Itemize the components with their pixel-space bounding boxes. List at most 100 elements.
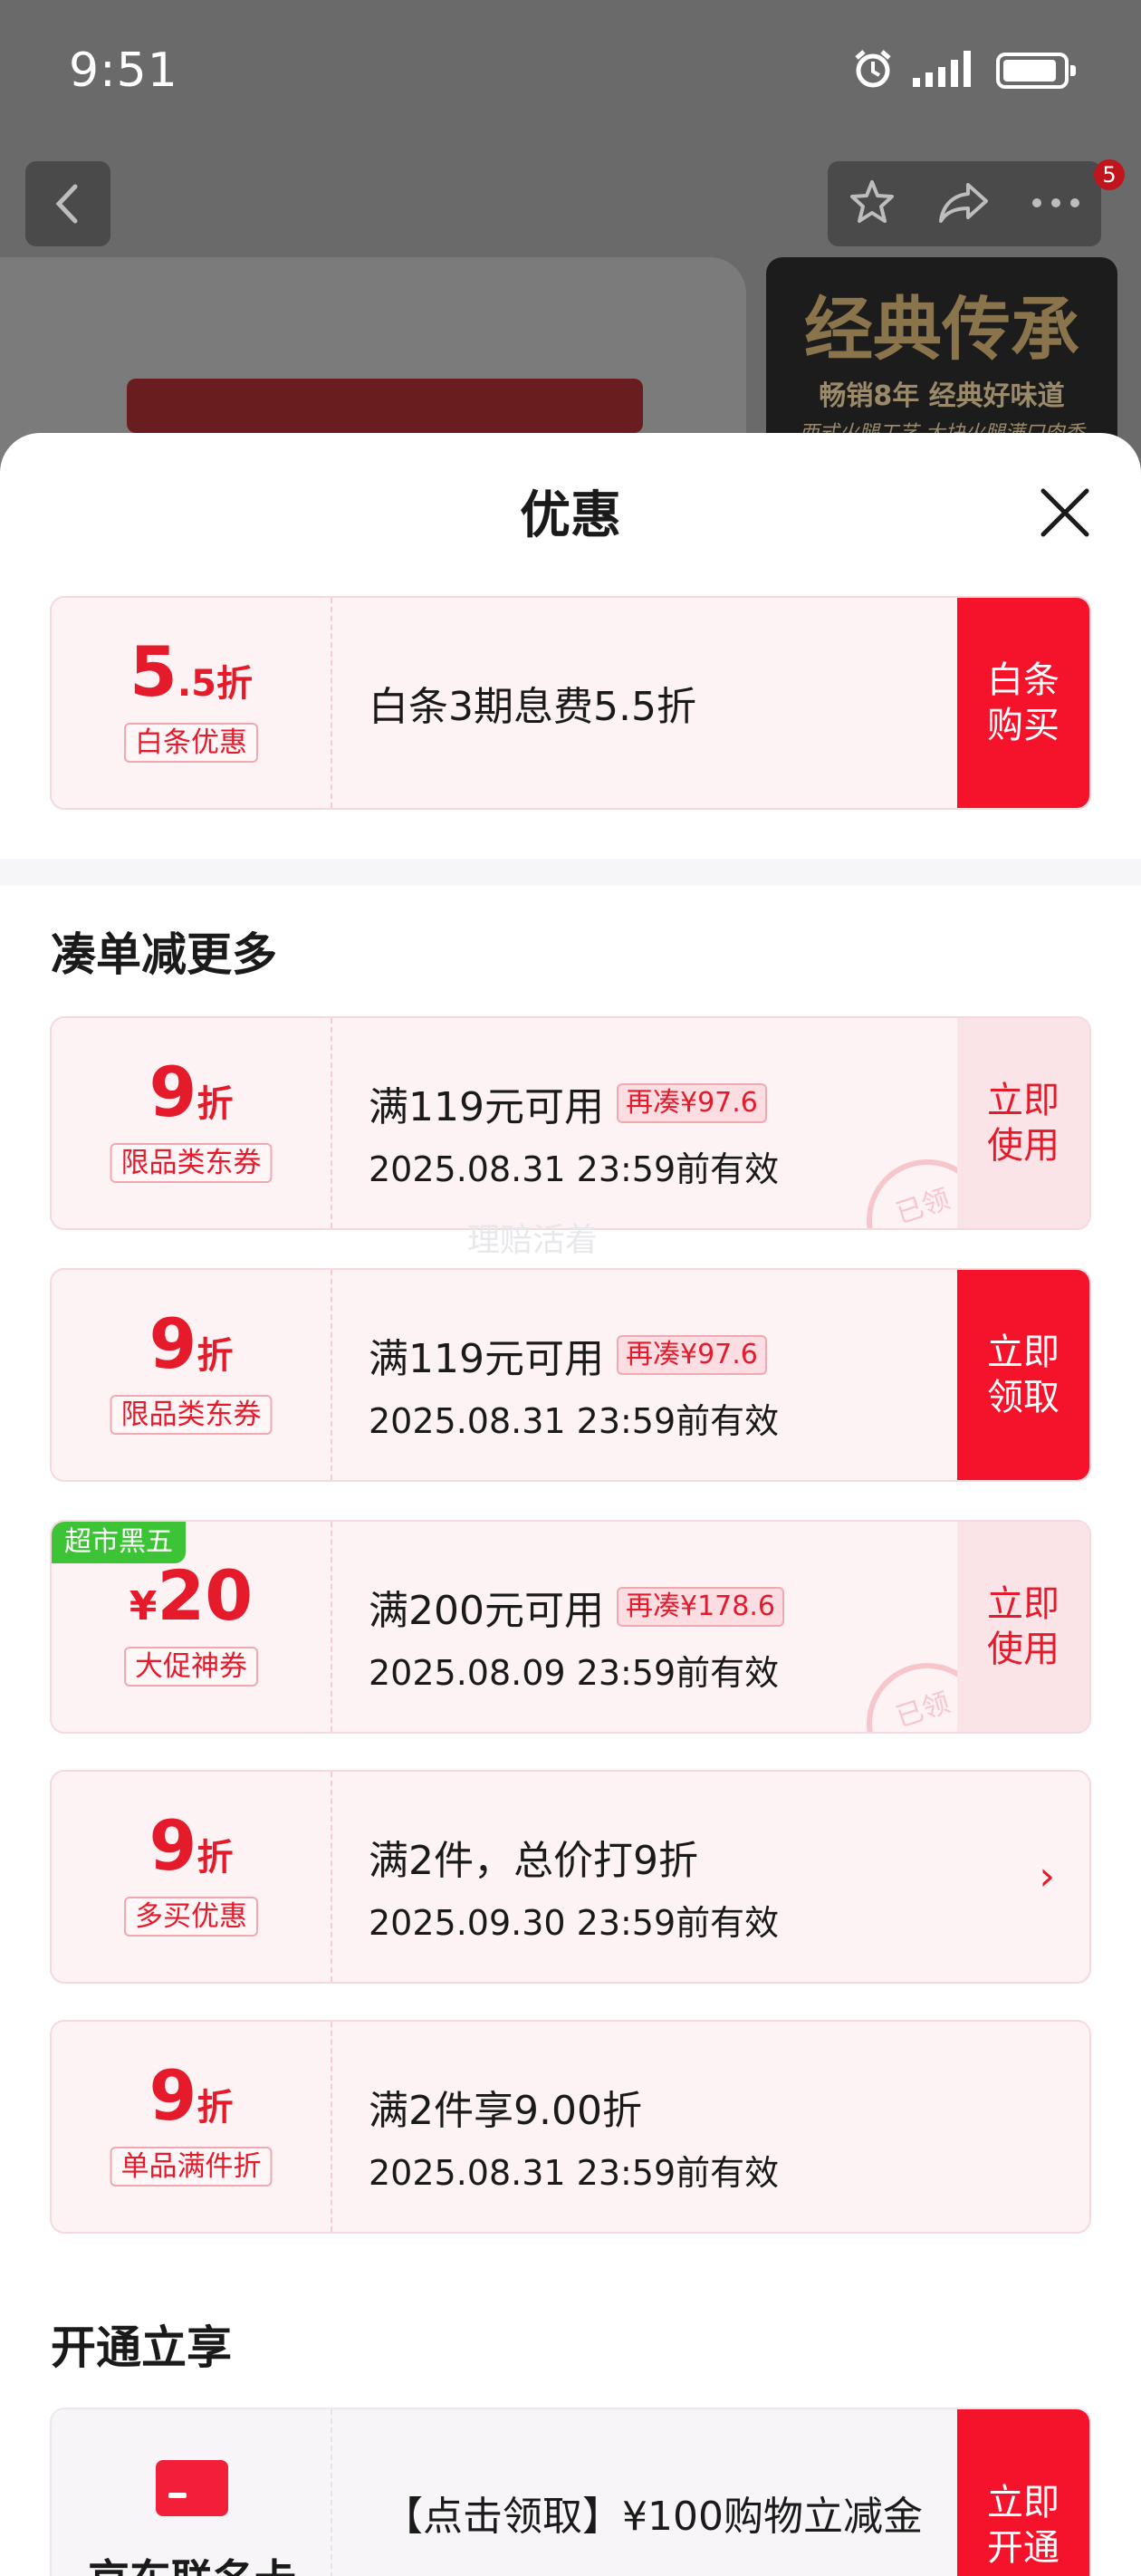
coupon-amount: ¥20: [52, 1560, 331, 1632]
coupon-left: 京东联名卡: [52, 2409, 332, 2576]
watermark: 理赔活着: [467, 1222, 599, 1259]
battery-icon: [996, 53, 1076, 89]
coupon-threshold: 满119元可用 再凑¥97.6: [369, 1074, 779, 1132]
banner-line1: 畅销8年 经典好味道: [819, 380, 1065, 412]
coupon-tag: 限品类东券: [110, 1143, 273, 1183]
coupon-left: 9折 多买优惠: [52, 1772, 332, 1982]
sheet-title: 优惠: [520, 486, 621, 545]
message-badge: 5: [1094, 159, 1125, 190]
amount-small: .5折: [177, 663, 253, 705]
product-lid: [127, 379, 643, 433]
coupon-threshold-text: 满119元可用: [369, 1084, 604, 1130]
union-card-offer: 京东联名卡 【点击领取】¥100购物立减金 立即 开通: [50, 2408, 1091, 2576]
coupon-expiry: 2025.08.31 23:59前有效: [369, 2153, 780, 2193]
coupon-card: 超市黑五 ¥20 大促神券 满200元可用 再凑¥178.6 2025.08.0…: [50, 1520, 1091, 1734]
baitiao-offer: 5.5折 白条优惠 白条3期息费5.5折 白条 购买: [50, 596, 1091, 810]
amount-big: 9: [149, 1805, 197, 1886]
nav-actions: [828, 161, 1101, 246]
coupon-extra: 再凑¥97.6: [616, 1083, 767, 1123]
coupon-threshold: 满2件，总价打9折: [369, 1828, 779, 1886]
coupon-amount: 9折: [52, 1056, 331, 1129]
baitiao-buy-button[interactable]: 白条 购买: [957, 598, 1089, 808]
amount-big: 20: [157, 1555, 254, 1636]
union-card-name: 京东联名卡: [52, 2547, 332, 2576]
section-divider: [0, 859, 1141, 886]
status-icons: [851, 47, 1076, 94]
coupon-card: 9折 单品满件折 满2件享9.00折 2025.08.31 23:59前有效: [50, 2020, 1091, 2234]
coupon-amount: 9折: [52, 2060, 331, 2132]
coupon-amount: 9折: [52, 1810, 331, 1882]
section-title-more: 凑单减更多: [51, 928, 277, 981]
coupon-tag: 单品满件折: [110, 2147, 273, 2187]
amount-small: 折: [197, 1837, 234, 1879]
coupon-threshold-text: 满2件享9.00折: [369, 2088, 642, 2134]
coupon-body: 满2件享9.00折 2025.08.31 23:59前有效: [369, 2078, 779, 2195]
coupon-expiry: 2025.08.31 23:59前有效: [369, 1149, 780, 1189]
share-button[interactable]: [937, 179, 990, 228]
signal-icon: [911, 49, 980, 92]
coupon-body: 满119元可用 再凑¥97.6 2025.08.31 23:59前有效: [369, 1326, 779, 1443]
coupon-body: 满200元可用 再凑¥178.6 2025.08.09 23:59前有效: [369, 1578, 784, 1695]
coupon-body: 白条3期息费5.5折: [369, 674, 696, 732]
coupon-expiry: 2025.08.09 23:59前有效: [369, 1653, 780, 1693]
coupon-left: 9折 单品满件折: [52, 2022, 332, 2232]
favorite-button[interactable]: [848, 178, 896, 230]
amount-big: 9: [149, 2055, 197, 2136]
chevron-right-icon[interactable]: ›: [1039, 1853, 1055, 1899]
status-time: 9:51: [69, 43, 178, 98]
share-icon: [938, 183, 988, 223]
coupon-desc: 白条3期息费5.5折: [369, 684, 696, 730]
coupon-tag: 白条优惠: [124, 723, 258, 763]
use-now-button[interactable]: 立即 使用: [957, 1522, 1089, 1732]
amount-small: 折: [197, 1083, 234, 1125]
coupon-body: 满119元可用 再凑¥97.6 2025.08.31 23:59前有效: [369, 1074, 779, 1191]
amount-small: 折: [197, 1335, 234, 1377]
coupon-extra: 再凑¥178.6: [616, 1587, 784, 1627]
alarm-icon: [851, 47, 895, 94]
star-icon: [850, 180, 895, 223]
more-icon: [1031, 197, 1079, 207]
amount-currency: ¥: [129, 1583, 158, 1629]
use-now-button[interactable]: 立即 使用: [957, 1018, 1089, 1228]
coupon-threshold-text: 满2件，总价打9折: [369, 1838, 698, 1884]
coupon-body: 【点击领取】¥100购物立减金: [383, 2484, 923, 2542]
amount-big: 9: [149, 1303, 197, 1384]
coupon-left: 5.5折 白条优惠: [52, 598, 332, 808]
back-icon: [55, 184, 78, 224]
coupon-card: 9折 限品类东券 满119元可用 再凑¥97.6 2025.08.31 23:5…: [50, 1016, 1091, 1230]
coupon-amount: 9折: [52, 1308, 331, 1380]
coupon-tag: 大促神券: [124, 1647, 258, 1687]
coupon-body: 满2件，总价打9折 2025.09.30 23:59前有效: [369, 1828, 779, 1945]
coupon-amount: 5.5折: [52, 636, 331, 708]
amount-big: 9: [149, 1052, 197, 1132]
more-button[interactable]: [1031, 196, 1081, 213]
card-icon: [156, 2460, 228, 2516]
coupon-expiry: 2025.09.30 23:59前有效: [369, 1903, 780, 1943]
coupon-expiry: 2025.08.31 23:59前有效: [369, 1401, 780, 1441]
coupon-tag: 限品类东券: [110, 1395, 273, 1435]
section-title-open: 开通立享: [51, 2321, 232, 2374]
close-icon: [1040, 488, 1089, 537]
banner-title: 经典传承: [804, 289, 1079, 370]
back-button[interactable]: [25, 161, 110, 246]
open-now-button[interactable]: 立即 开通: [957, 2409, 1089, 2576]
discount-sheet: 优惠 5.5折 白条优惠 白条3期息费5.5折 白条 购买 凑单减更多 9折 限…: [0, 433, 1141, 2576]
coupon-threshold: 满200元可用 再凑¥178.6: [369, 1578, 784, 1636]
coupon-card: 9折 限品类东券 满119元可用 再凑¥97.6 2025.08.31 23:5…: [50, 1268, 1091, 1482]
coupon-extra: 再凑¥97.6: [616, 1335, 767, 1375]
amount-big: 5: [129, 631, 177, 712]
coupon-card[interactable]: 9折 多买优惠 满2件，总价打9折 2025.09.30 23:59前有效 ›: [50, 1770, 1091, 1984]
coupon-threshold-text: 满119元可用: [369, 1336, 604, 1382]
union-desc: 【点击领取】¥100购物立减金: [383, 2494, 923, 2540]
coupon-threshold-text: 满200元可用: [369, 1588, 604, 1634]
close-button[interactable]: [1029, 476, 1101, 549]
claim-now-button[interactable]: 立即 领取: [957, 1270, 1089, 1480]
coupon-left: 9折 限品类东券: [52, 1018, 332, 1228]
coupon-tag: 多买优惠: [124, 1897, 258, 1937]
coupon-left: 超市黑五 ¥20 大促神券: [52, 1522, 332, 1732]
coupon-threshold: 满119元可用 再凑¥97.6: [369, 1326, 779, 1384]
amount-small: 折: [197, 2087, 234, 2129]
coupon-threshold: 满2件享9.00折: [369, 2078, 779, 2136]
coupon-left: 9折 限品类东券: [52, 1270, 332, 1480]
status-bar: 9:51: [0, 0, 1141, 145]
